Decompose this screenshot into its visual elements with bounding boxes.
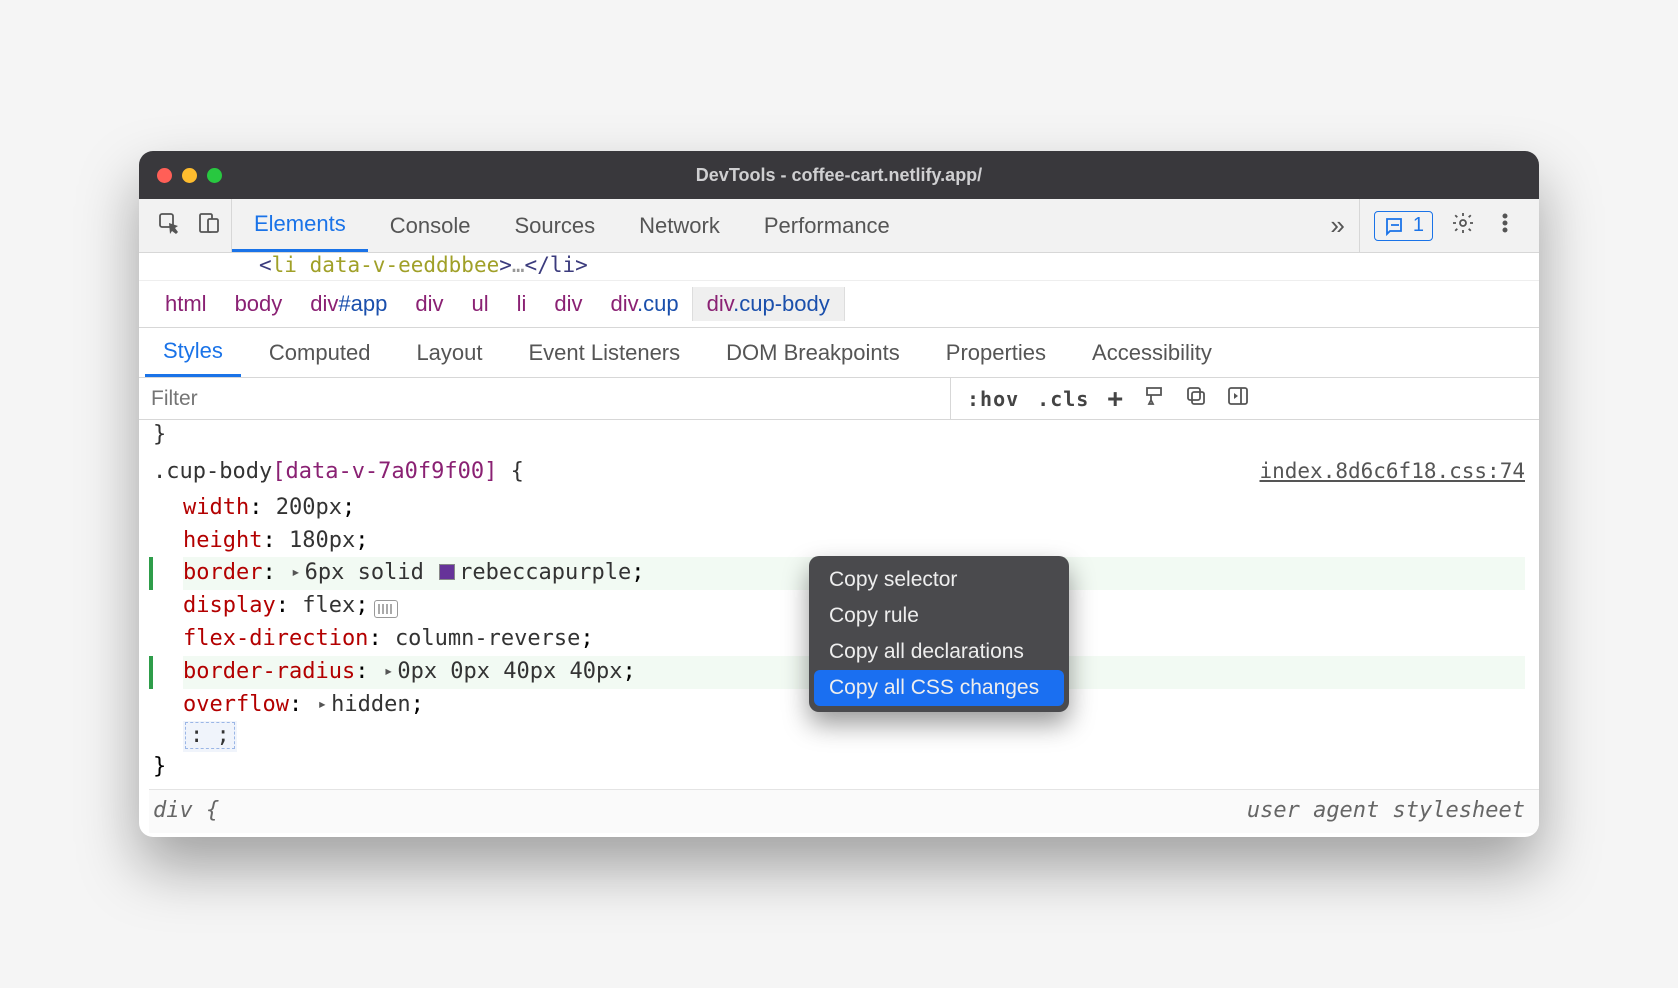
breadcrumb-item[interactable]: li: [503, 287, 541, 321]
ua-selector[interactable]: div {: [153, 796, 219, 827]
subtab-accessibility[interactable]: Accessibility: [1074, 330, 1230, 376]
context-menu-item[interactable]: Copy all declarations: [809, 634, 1069, 670]
devtools-window: DevTools - coffee-cart.netlify.app/ Elem…: [139, 151, 1539, 837]
subtab-computed[interactable]: Computed: [251, 330, 389, 376]
window-title: DevTools - coffee-cart.netlify.app/: [139, 165, 1539, 186]
zoom-window-button[interactable]: [207, 168, 222, 183]
breadcrumb-item[interactable]: div: [401, 287, 457, 321]
tab-performance[interactable]: Performance: [742, 199, 912, 252]
breadcrumb-trail: htmlbodydiv#appdivullidivdiv.cupdiv.cup-…: [139, 281, 1539, 328]
device-toolbar-icon[interactable]: [197, 211, 221, 241]
copy-icon[interactable]: [1184, 384, 1208, 414]
paint-brush-icon[interactable]: [1142, 384, 1166, 414]
computed-sidebar-toggle-icon[interactable]: [1226, 384, 1250, 414]
styles-filter-input[interactable]: [139, 378, 951, 419]
breadcrumb-item[interactable]: html: [151, 287, 221, 321]
cls-toggle[interactable]: .cls: [1037, 387, 1089, 411]
subtab-layout[interactable]: Layout: [398, 330, 500, 376]
title-bar: DevTools - coffee-cart.netlify.app/: [139, 151, 1539, 199]
breadcrumb-item[interactable]: body: [221, 287, 297, 321]
issues-count: 1: [1413, 214, 1424, 237]
context-menu-item[interactable]: Copy selector: [809, 562, 1069, 598]
rule-source-link[interactable]: index.8d6c6f18.css:74: [1259, 457, 1525, 488]
close-window-button[interactable]: [157, 168, 172, 183]
styles-filter-bar: :hov .cls +: [139, 378, 1539, 420]
subtab-styles[interactable]: Styles: [145, 328, 241, 377]
kebab-menu-icon[interactable]: [1493, 211, 1517, 241]
main-toolbar: ElementsConsoleSourcesNetworkPerformance…: [139, 199, 1539, 253]
rule-selector-attr[interactable]: [data-v-7a0f9f00]: [272, 459, 497, 484]
dom-tree-row[interactable]: <li data-v-eeddbbee>…</li>: [139, 253, 1539, 281]
css-declaration[interactable]: height: 180px;: [183, 525, 1539, 558]
breadcrumb-item[interactable]: div.cup-body: [693, 287, 844, 321]
window-controls: [157, 168, 222, 183]
settings-gear-icon[interactable]: [1451, 211, 1475, 241]
breadcrumb-item[interactable]: div#app: [296, 287, 401, 321]
tab-elements[interactable]: Elements: [232, 199, 368, 252]
issues-button[interactable]: 1: [1374, 211, 1433, 241]
ua-label: user agent stylesheet: [1247, 796, 1525, 827]
hov-toggle[interactable]: :hov: [967, 387, 1019, 411]
breadcrumb-item[interactable]: ul: [457, 287, 502, 321]
context-menu: Copy selectorCopy ruleCopy all declarati…: [809, 556, 1069, 712]
breadcrumb-item[interactable]: div.cup: [597, 287, 693, 321]
minimize-window-button[interactable]: [182, 168, 197, 183]
color-swatch[interactable]: [439, 564, 455, 580]
context-menu-item[interactable]: Copy all CSS changes: [814, 670, 1064, 706]
new-style-rule-button[interactable]: +: [1107, 384, 1124, 414]
css-declaration[interactable]: width: 200px;: [183, 492, 1539, 525]
rule-close-brace: }: [149, 752, 1539, 783]
tab-sources[interactable]: Sources: [492, 199, 617, 252]
subtab-properties[interactable]: Properties: [928, 330, 1064, 376]
new-declaration-input[interactable]: : ;: [183, 721, 237, 752]
more-tabs-button[interactable]: »: [1316, 210, 1358, 241]
rule-header[interactable]: .cup-body[data-v-7a0f9f00] { index.8d6c6…: [149, 451, 1539, 492]
prev-rule-close: }: [149, 420, 1539, 451]
inspect-element-icon[interactable]: [157, 211, 181, 241]
rule-selector[interactable]: .cup-body: [153, 459, 272, 484]
flex-badge-icon[interactable]: [374, 600, 398, 618]
tab-network[interactable]: Network: [617, 199, 742, 252]
context-menu-item[interactable]: Copy rule: [809, 598, 1069, 634]
subtab-event-listeners[interactable]: Event Listeners: [511, 330, 699, 376]
breadcrumb-item[interactable]: div: [540, 287, 596, 321]
styles-subtabs: StylesComputedLayoutEvent ListenersDOM B…: [139, 328, 1539, 378]
subtab-dom-breakpoints[interactable]: DOM Breakpoints: [708, 330, 918, 376]
user-agent-rule: div { user agent stylesheet: [149, 789, 1539, 833]
tab-console[interactable]: Console: [368, 199, 493, 252]
